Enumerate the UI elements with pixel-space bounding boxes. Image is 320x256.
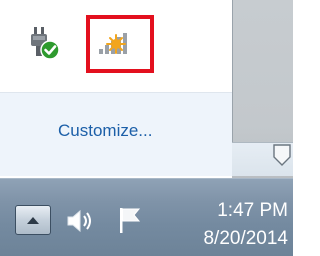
show-hidden-icons-button[interactable] [15, 205, 51, 235]
clock-time: 1:47 PM [217, 200, 288, 221]
power-plugged-icon[interactable] [28, 25, 62, 61]
scroll-pointer-icon [272, 143, 292, 167]
notification-overflow-flyout: Customize... [0, 0, 233, 176]
hidden-icons-area [0, 0, 232, 92]
taskbar-clock[interactable]: 1:47 PM 8/20/2014 [160, 197, 288, 253]
chevron-up-icon [27, 217, 39, 224]
clock-date: 8/20/2014 [203, 228, 288, 249]
action-center-flag-icon[interactable] [116, 205, 144, 235]
volume-speaker-icon[interactable] [64, 207, 98, 235]
flyout-footer: Customize... [0, 92, 232, 176]
customize-link[interactable]: Customize... [58, 121, 152, 141]
taskbar: 1:47 PM 8/20/2014 [0, 178, 293, 256]
highlight-annotation-box [86, 15, 154, 73]
